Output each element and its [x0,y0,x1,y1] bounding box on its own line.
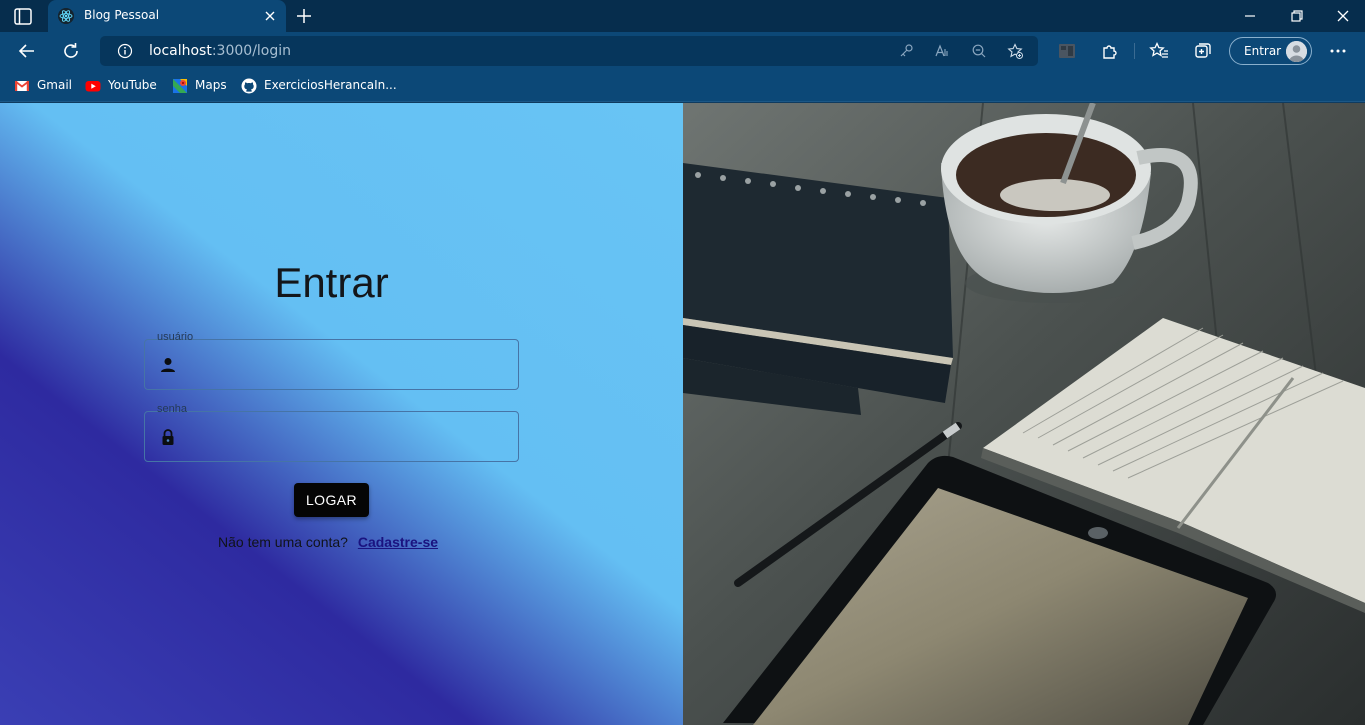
address-bar[interactable]: localhost:3000/login [100,36,1038,66]
gmail-icon [14,80,30,91]
react-icon [58,8,74,24]
bookmark-maps[interactable]: Maps [172,77,230,95]
bookmark-youtube[interactable]: YouTube [85,77,160,95]
restore-icon[interactable] [1289,8,1305,24]
username-label: usuário [157,331,194,343]
url-text[interactable]: localhost:3000/login [149,43,291,59]
avatar-icon [1286,41,1307,62]
bookmark-github[interactable]: ExerciciosHerancaIn... [241,77,397,95]
window-close-icon[interactable] [1335,8,1351,24]
bookmark-label: ExerciciosHerancaIn... [264,78,397,92]
new-tab-icon[interactable] [295,7,313,25]
login-panel: Entrar usuário senha LOGAR Não tem uma c… [0,103,683,725]
tab-actions-icon[interactable] [12,7,36,27]
back-arrow-icon[interactable] [17,41,37,61]
close-tab-icon[interactable] [263,9,277,23]
page-title: Entrar [274,259,389,306]
login-button[interactable]: LOGAR [294,483,369,517]
profile-label: Entrar [1244,44,1282,58]
tab-title: Blog Pessoal [84,8,160,22]
collections-icon[interactable] [1193,41,1213,61]
signup-prompt: Não tem uma conta? [218,534,348,550]
active-tab[interactable]: Blog Pessoal [48,0,286,32]
site-info-icon[interactable] [117,43,133,59]
zoom-out-icon[interactable] [971,43,987,59]
split-screen-icon[interactable] [1057,41,1077,61]
browser-toolbar: localhost:3000/login Entrar [0,32,1365,70]
url-host: localhost [149,43,212,59]
password-field[interactable]: senha [144,403,519,462]
page-content: Entrar usuário senha LOGAR Não tem uma c… [0,103,1365,725]
minimize-icon[interactable] [1242,8,1258,24]
refresh-icon[interactable] [61,41,81,61]
url-path: :3000/login [211,43,292,59]
hero-photo [683,103,1365,725]
username-input[interactable] [189,352,504,378]
youtube-icon [85,81,101,92]
bookmark-label: YouTube [108,78,157,92]
signup-row: Não tem uma conta? Cadastre-se [218,534,438,550]
favorites-icon[interactable] [1149,41,1169,61]
profile-button[interactable]: Entrar [1229,37,1312,65]
bookmark-gmail[interactable]: Gmail [14,77,74,95]
toolbar-divider [1134,43,1135,59]
key-icon[interactable] [898,43,914,59]
tab-strip: Blog Pessoal [0,0,1365,32]
read-aloud-icon[interactable] [934,43,950,59]
bookmark-label: Gmail [37,78,73,92]
maps-icon [173,79,187,93]
more-options-icon[interactable] [1328,41,1348,61]
extensions-icon[interactable] [1100,41,1120,61]
lock-icon [162,429,174,445]
bookmarks-bar: Gmail YouTube Maps ExerciciosHerancaIn..… [0,70,1365,102]
user-icon [161,358,175,372]
password-label: senha [157,403,187,415]
add-favorite-icon[interactable] [1007,43,1023,59]
signup-link[interactable]: Cadastre-se [358,534,438,550]
bookmark-label: Maps [195,78,227,92]
github-icon [241,78,257,94]
password-input[interactable] [189,424,504,450]
username-field[interactable]: usuário [144,331,519,390]
